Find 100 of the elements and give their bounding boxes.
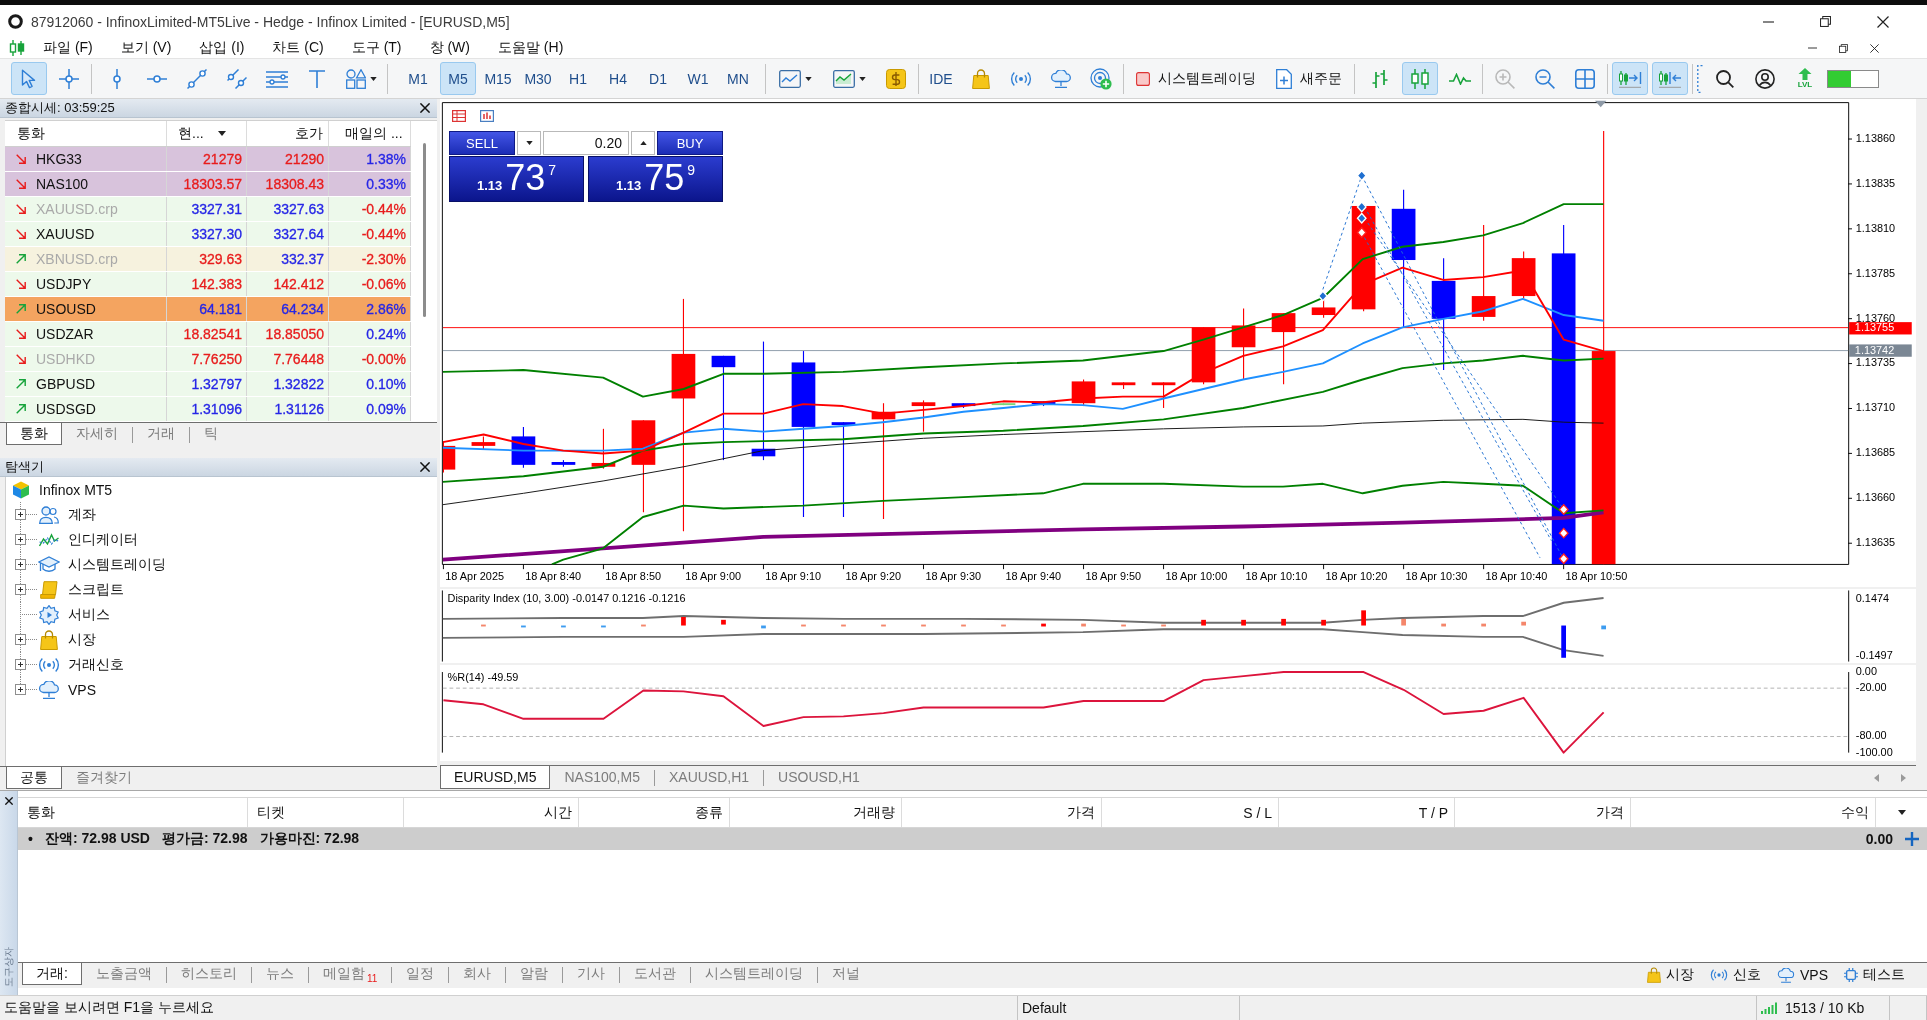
daily-change: 0.10% [366, 376, 406, 392]
price-last-digit: 7 [548, 162, 557, 178]
symbol-name: USDSGD [36, 401, 96, 417]
time-axis-label: 18 Apr 8:40 [525, 569, 582, 582]
panel-title: 종합시세: 03:59:25 [5, 99, 115, 117]
bid-price: 21279 [203, 151, 242, 167]
daily-change: 1.38% [366, 151, 406, 167]
bid-price: 3327.30 [191, 226, 242, 242]
price-prefix: 1.13 [615, 178, 642, 194]
bid-price: 142.383 [191, 276, 242, 292]
status-help-text: 도움말을 보시려면 F1을 누르세요 [4, 999, 214, 1017]
tree-item-label: 거래신호 [68, 655, 124, 674]
price-axis-label: 1.13835 [1855, 176, 1896, 189]
ask-price: 18308.43 [265, 176, 324, 192]
ask-price: 7.76448 [273, 351, 324, 367]
bid-price-tag: 1.13742 [1849, 343, 1912, 357]
tree-item-label: 계좌 [68, 505, 96, 524]
panel-title: 탐색기 [5, 458, 44, 476]
time-axis-label: 18 Apr 10:10 [1245, 569, 1308, 582]
symbol-name: HKG33 [36, 151, 82, 167]
symbol-name: NAS100 [36, 176, 89, 192]
tree-item-label: VPS [68, 681, 96, 698]
profile-name: Default [1022, 1000, 1067, 1016]
ask-price: 21290 [285, 151, 324, 167]
window-title: 87912060 - InfinoxLimited-MT5Live - Hedge - Infinox Limited - [EURUSD,M5] [31, 13, 510, 30]
time-axis-label: 18 Apr 10:20 [1325, 569, 1388, 582]
time-axis-label: 18 Apr 8:50 [605, 569, 662, 582]
tree-item-label: 시장 [68, 630, 96, 649]
account-summary-item: 잔액: 72.98 USD [44, 830, 150, 848]
tree-item-label: 인디케이터 [68, 530, 138, 549]
indicator-title: %R(14) -49.59 [447, 670, 519, 683]
daily-change: 2.86% [366, 301, 406, 317]
symbol-name: XAUUSD.crp [36, 201, 118, 217]
toolbox-label: 도구상자 [1, 947, 15, 987]
indicator-axis-label: -20.00 [1855, 681, 1887, 694]
time-axis-label: 18 Apr 2025 [445, 569, 505, 582]
ask-price: 142.412 [273, 276, 324, 292]
daily-change: 0.09% [366, 401, 406, 417]
time-axis-label: 18 Apr 9:00 [685, 569, 742, 582]
tree-item-label: 스크립트 [68, 580, 124, 599]
symbol-name: XBNUSD.crp [36, 251, 118, 267]
ask-price: 332.37 [281, 251, 324, 267]
price-prefix: 1.13 [476, 178, 503, 194]
bid-price: 18303.57 [183, 176, 242, 192]
daily-change: -0.06% [361, 276, 406, 292]
symbol-name: USDJPY [36, 276, 92, 292]
price-axis-label: 1.13760 [1855, 311, 1896, 324]
price-axis-label: 1.13635 [1855, 536, 1896, 549]
ask-price: 1.32822 [273, 376, 324, 392]
bid-price: 3327.31 [191, 201, 242, 217]
time-axis-label: 18 Apr 10:00 [1165, 569, 1228, 582]
mail-count: 11 [366, 973, 378, 984]
ask-price-tag: 1.13755 [1849, 321, 1912, 335]
price-axis-label: 1.13860 [1855, 131, 1896, 144]
symbol-name: USDHKD [36, 351, 96, 367]
indicator-title: Disparity Index (10, 3.00) -0.0147 0.1216 -0.1216 [447, 591, 686, 604]
ask-price: 18.85050 [265, 326, 324, 342]
account-summary-item: 평가금: 72.98 [161, 830, 248, 848]
symbol-name: XAUUSD [36, 226, 95, 242]
ask-price: 1.31126 [274, 401, 324, 417]
bid-price: 64.181 [199, 301, 242, 317]
price-axis-label: 1.13735 [1855, 356, 1896, 369]
symbol-name: GBPUSD [36, 376, 96, 392]
indicator-axis-label: -80.00 [1855, 729, 1887, 742]
time-axis-label: 18 Apr 9:40 [1005, 569, 1062, 582]
bid-price: 1.31096 [191, 401, 242, 417]
time-axis-label: 18 Apr 9:10 [765, 569, 822, 582]
account-summary-item: 가용마진: 72.98 [259, 830, 360, 848]
symbol-name: USOUSD [36, 301, 96, 317]
time-axis-label: 18 Apr 10:50 [1565, 569, 1628, 582]
time-axis-label: 18 Apr 9:30 [925, 569, 982, 582]
indicator-axis-label: -100.00 [1855, 745, 1893, 758]
indicator-axis-label: 0.00 [1855, 665, 1877, 677]
daily-change: 0.24% [366, 326, 406, 342]
daily-change: -0.00% [361, 351, 406, 367]
time-axis-label: 18 Apr 9:20 [845, 569, 902, 582]
daily-change: 0.33% [366, 176, 406, 192]
bid-price: 1.32797 [191, 376, 242, 392]
bid-price: 7.76250 [191, 351, 242, 367]
tree-item-label: 서비스 [68, 605, 110, 624]
price-last-digit: 9 [687, 162, 696, 178]
bid-price: 329.63 [199, 251, 242, 267]
bullet: • [28, 831, 33, 847]
daily-change: -2.30% [361, 251, 406, 267]
price-axis-label: 1.13660 [1855, 491, 1896, 504]
daily-change: -0.44% [361, 226, 406, 242]
symbol-name: USDZAR [36, 326, 94, 342]
indicator-axis-label: -0.1497 [1855, 648, 1893, 661]
ask-price: 3327.63 [273, 201, 324, 217]
time-axis-label: 18 Apr 10:40 [1485, 569, 1548, 582]
indicator-axis-label: 0.1474 [1855, 591, 1890, 604]
price-big-digits: 73 [505, 159, 546, 197]
bid-price: 18.82541 [183, 326, 242, 342]
time-axis-label: 18 Apr 10:30 [1405, 569, 1468, 582]
price-axis-label: 1.13710 [1855, 401, 1896, 414]
price-axis-label: 1.13685 [1855, 446, 1896, 459]
ask-price: 3327.64 [273, 226, 324, 242]
daily-change: -0.44% [361, 201, 406, 217]
tree-item-label: 시스템트레이딩 [68, 555, 166, 574]
total-profit: 0.00 [1865, 831, 1893, 847]
